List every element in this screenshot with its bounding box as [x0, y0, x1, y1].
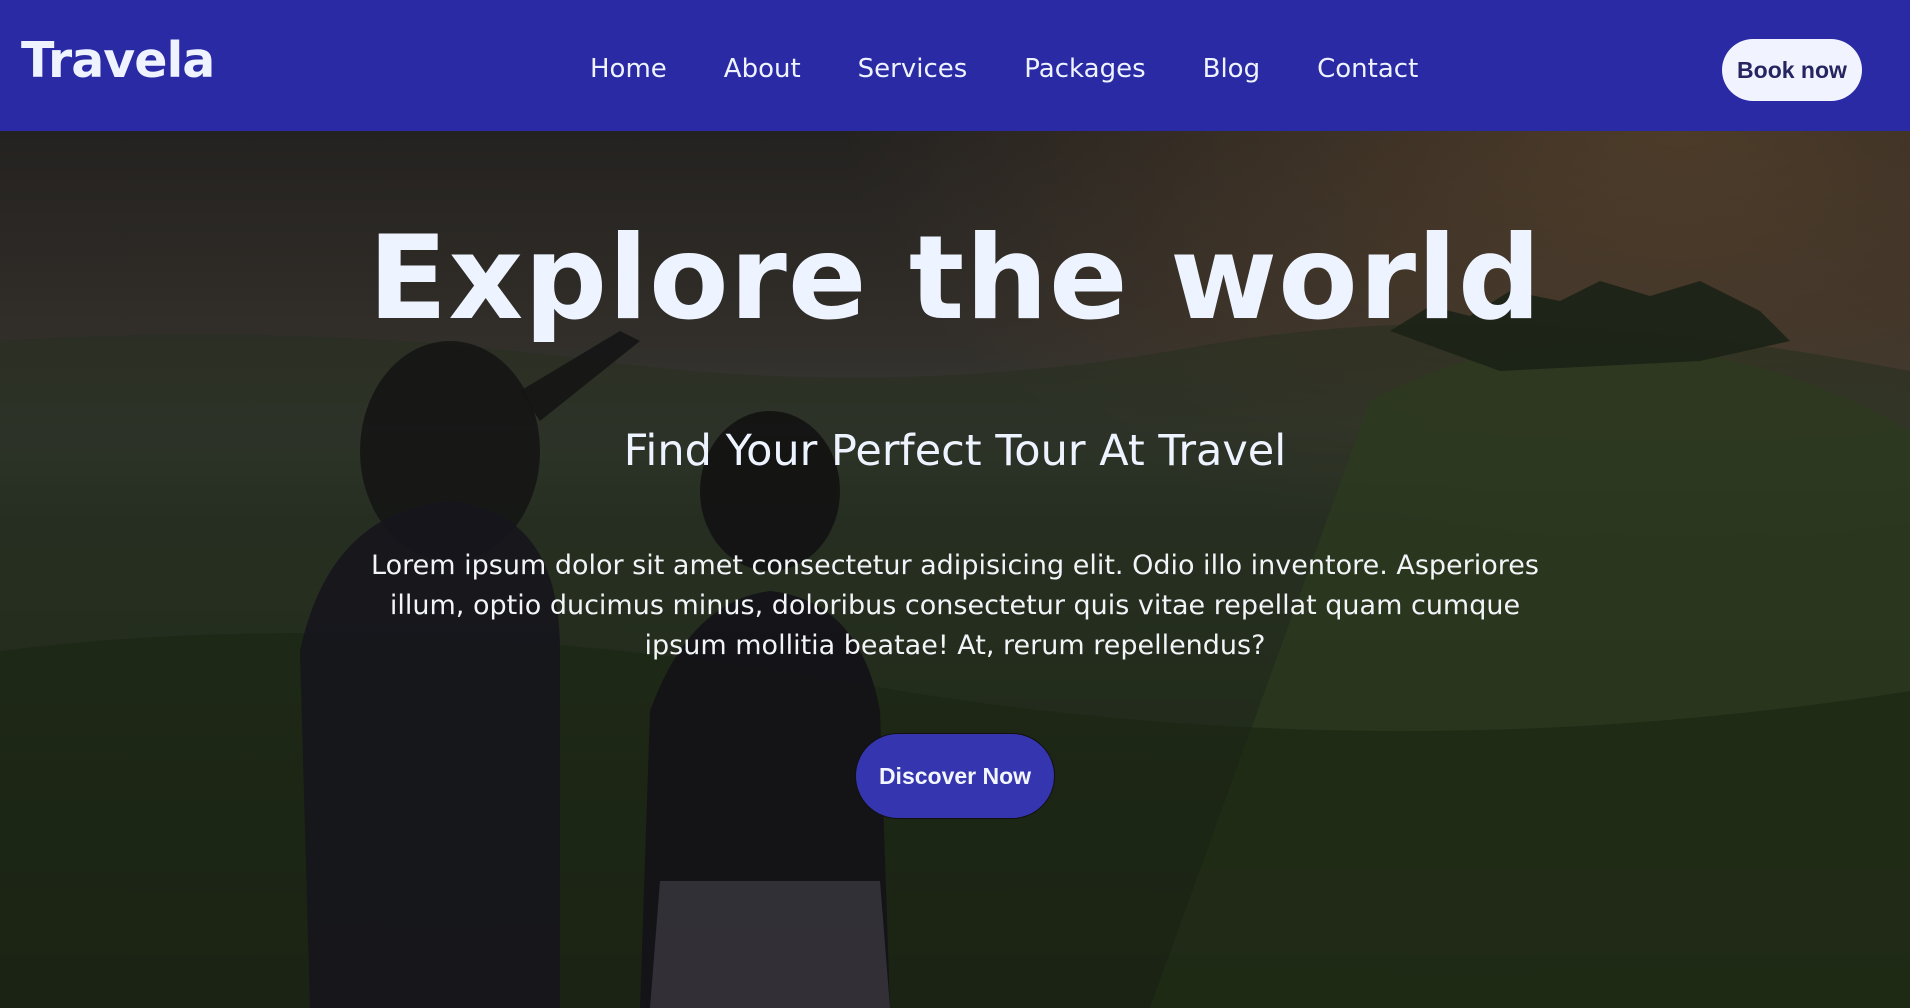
hero-title: Explore the world: [368, 211, 1542, 346]
hero-section: Explore the world Find Your Perfect Tour…: [0, 131, 1910, 1008]
hero-description: Lorem ipsum dolor sit amet consectetur a…: [371, 550, 1539, 661]
brand-logo[interactable]: Travela: [21, 30, 215, 92]
nav-links: Home About Services Packages Blog Contac…: [590, 52, 1418, 86]
nav-link-contact[interactable]: Contact: [1317, 52, 1418, 86]
nav-link-services[interactable]: Services: [858, 52, 968, 86]
nav-link-packages[interactable]: Packages: [1024, 52, 1145, 86]
discover-now-button[interactable]: Discover Now: [855, 733, 1055, 819]
book-now-button[interactable]: Book now: [1722, 39, 1862, 101]
hero-subtitle: Find Your Perfect Tour At Travel: [623, 426, 1287, 476]
navbar: Travela Home About Services Packages Blo…: [0, 0, 1910, 131]
nav-link-about[interactable]: About: [724, 52, 801, 86]
nav-link-blog[interactable]: Blog: [1203, 52, 1260, 86]
nav-link-home[interactable]: Home: [590, 52, 667, 86]
